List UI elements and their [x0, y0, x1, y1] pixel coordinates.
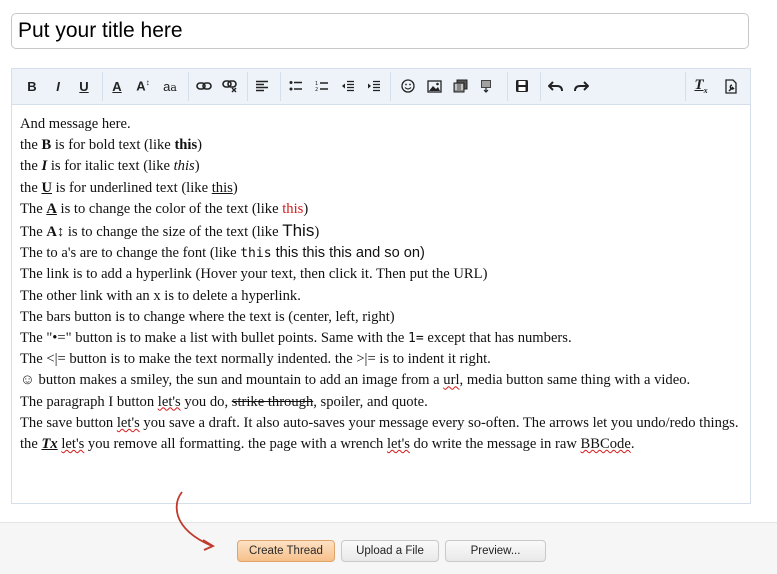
message-line: And message here.	[20, 116, 131, 132]
toolbar-separator	[507, 72, 508, 101]
redo-button[interactable]	[572, 75, 590, 97]
remove-formatting-button[interactable]: Tx	[692, 75, 710, 97]
outdent-button[interactable]	[340, 75, 356, 97]
image-icon	[426, 79, 442, 93]
insert-paragraph-button[interactable]	[477, 75, 495, 97]
clear-format-icon-mention: Tx	[41, 436, 58, 453]
message-line: The save button let's you save a draft. …	[20, 414, 739, 453]
media-icon	[453, 79, 467, 93]
unlink-icon	[222, 80, 237, 93]
toolbar-separator	[102, 72, 103, 101]
bullet-list-icon	[289, 81, 302, 91]
message-editor[interactable]: B I U A A↕ aa 12 Tx And message here. th…	[11, 68, 751, 504]
preview-button[interactable]: Preview...	[445, 540, 546, 562]
indent-icon	[368, 80, 380, 92]
toolbar-separator	[188, 72, 189, 101]
message-line: The other link with an x is to delete a …	[20, 287, 301, 304]
message-content[interactable]: And message here. the B is for bold text…	[20, 114, 744, 455]
save-icon	[516, 80, 528, 92]
color-icon-mention: A	[46, 200, 57, 217]
bullet-list-button[interactable]	[288, 75, 304, 97]
message-line: The bars button is to change where the t…	[20, 308, 395, 325]
toolbar-separator	[390, 72, 391, 101]
bold-button[interactable]: B	[24, 75, 40, 97]
message-line: The paragraph I button let's you do, str…	[20, 393, 428, 410]
media-button[interactable]	[451, 75, 469, 97]
numbered-list-icon: 12	[315, 81, 328, 92]
message-line: The A is to change the color of the text…	[20, 200, 309, 217]
toolbar-separator	[685, 72, 686, 101]
unlink-button[interactable]	[221, 75, 239, 97]
font-size-icon: A↕	[136, 78, 150, 94]
toolbar-separator	[540, 72, 541, 101]
italic-icon: I	[56, 78, 60, 94]
font-size-button[interactable]: A↕	[134, 75, 152, 97]
message-line: The link is to add a hyperlink (Hover yo…	[20, 266, 488, 283]
smiley-button[interactable]	[399, 75, 417, 97]
svg-text:2: 2	[315, 87, 318, 92]
editor-toolbar: B I U A A↕ aa 12 Tx	[12, 69, 750, 105]
bold-icon: B	[27, 78, 37, 94]
page-wrench-icon	[725, 78, 737, 94]
create-thread-button[interactable]: Create Thread	[237, 540, 335, 562]
message-line: the I is for italic text (like this)	[20, 158, 200, 175]
underline-icon-mention: U	[41, 179, 53, 196]
font-family-button[interactable]: aa	[160, 75, 180, 97]
image-button[interactable]	[425, 75, 443, 97]
link-button[interactable]	[195, 75, 213, 97]
numbered-list-button[interactable]: 12	[314, 75, 330, 97]
italic-button[interactable]: I	[50, 75, 66, 97]
message-line: The to a's are to change the font (like …	[20, 245, 425, 262]
undo-icon	[547, 81, 563, 92]
redo-icon	[573, 81, 589, 92]
indent-button[interactable]	[366, 75, 382, 97]
toolbar-separator	[247, 72, 248, 101]
remove-formatting-icon: Tx	[694, 77, 708, 95]
bold-icon-mention: B	[41, 137, 52, 154]
upload-file-button[interactable]: Upload a File	[341, 540, 439, 562]
message-line: the U is for underlined text (like this)	[20, 179, 238, 196]
underline-icon: U	[79, 78, 89, 94]
text-color-icon: A	[112, 78, 122, 94]
text-color-button[interactable]: A	[109, 75, 125, 97]
message-line: the B is for bold text (like this)	[20, 137, 203, 154]
font-family-icon: aa	[163, 78, 177, 94]
toolbar-separator	[280, 72, 281, 101]
align-button[interactable]	[254, 75, 270, 97]
thread-title-input[interactable]	[11, 13, 749, 49]
underline-button[interactable]: U	[76, 75, 92, 97]
undo-button[interactable]	[546, 75, 564, 97]
align-left-icon	[256, 80, 268, 92]
bbcode-mode-button[interactable]	[722, 75, 740, 97]
message-line: ☺ button makes a smiley, the sun and mou…	[20, 372, 691, 389]
save-draft-button[interactable]	[513, 75, 531, 97]
message-line: The <|= button is to make the text norma…	[20, 351, 491, 368]
size-icon-mention: A↕	[46, 224, 65, 241]
paragraph-icon	[481, 80, 491, 93]
message-line: The A↕ is to change the size of the text…	[20, 221, 320, 241]
outdent-icon	[342, 80, 354, 92]
smiley-icon	[401, 79, 415, 93]
link-icon	[196, 82, 212, 90]
message-line: The "•=" button is to make a list with b…	[20, 330, 572, 347]
hand-drawn-arrow-icon	[175, 491, 215, 551]
